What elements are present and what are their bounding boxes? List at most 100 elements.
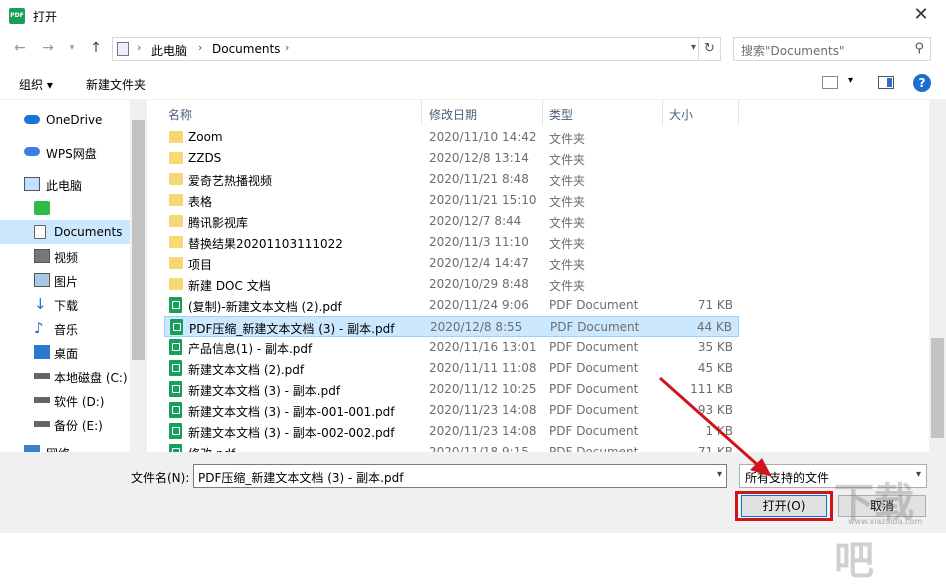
file-row[interactable]: PDF压缩_新建文本文档 (3) - 副本.pdf 2020/12/8 8:55 P…: [164, 316, 739, 337]
sidebar-item-pictures[interactable]: 图片: [0, 268, 130, 292]
file-date: 2020/11/11 11:08: [429, 361, 537, 375]
file-row[interactable]: 表格 2020/11/21 15:10 文件夹: [164, 190, 739, 211]
sidebar-item-wps[interactable]: [0, 196, 130, 220]
file-date: 2020/12/4 14:47: [429, 256, 529, 270]
computer-icon: [24, 177, 40, 191]
sidebar-item-documents[interactable]: Documents: [0, 220, 130, 244]
file-row[interactable]: (复制)-新建文本文档 (2).pdf 2020/11/24 9:06 PDF Do…: [164, 295, 739, 316]
column-header-type[interactable]: 类型: [543, 100, 663, 126]
filename-input[interactable]: PDF压缩_新建文本文档 (3) - 副本.pdf ▾: [193, 464, 727, 488]
organize-button[interactable]: 组织 ▾: [19, 76, 53, 93]
file-list-scrollbar[interactable]: [929, 100, 946, 452]
new-folder-button[interactable]: 新建文件夹: [86, 76, 146, 93]
refresh-icon[interactable]: ↻: [698, 38, 720, 60]
cloud-icon: [24, 147, 40, 156]
file-type: PDF Document: [549, 403, 639, 417]
documents-location-icon: [117, 42, 129, 56]
documents-icon: [34, 225, 46, 239]
sidebar-item-wps-drive[interactable]: WPS网盘: [0, 140, 130, 164]
view-options-icon[interactable]: [822, 76, 838, 89]
watermark-logo: 下载吧: [834, 480, 914, 584]
close-icon[interactable]: ✕: [906, 4, 936, 28]
file-row[interactable]: 修改.pdf 2020/11/18 9:15 PDF Document 71 KB: [164, 442, 739, 452]
file-list: 名称 ^ 修改日期 类型 大小 Zoom 2020/11/10 14:42 文件夹 Z…: [147, 100, 929, 452]
file-row[interactable]: 新建 DOC 文档 2020/10/29 8:48 文件夹: [164, 274, 739, 295]
column-header-size[interactable]: 大小: [663, 100, 739, 126]
filename-value[interactable]: PDF压缩_新建文本文档 (3) - 副本.pdf: [198, 469, 403, 486]
file-type: PDF Document: [549, 340, 639, 354]
window-title: 打开: [33, 10, 58, 24]
back-arrow-icon[interactable]: ←: [10, 38, 30, 58]
file-type: 文件夹: [549, 132, 586, 146]
column-header-label: 大小: [669, 108, 694, 122]
file-type: 文件夹: [549, 237, 586, 251]
file-name: 新建 DOC 文档: [188, 279, 271, 293]
drive-icon: [34, 421, 50, 427]
sidebar-item-this-pc[interactable]: 此电脑: [0, 172, 130, 196]
breadcrumb-chevron-icon[interactable]: ›: [285, 41, 289, 54]
file-name: Zoom: [188, 130, 223, 144]
breadcrumb-documents[interactable]: Documents: [212, 42, 280, 56]
pdf-file-icon: [169, 381, 182, 397]
sidebar-scrollbar-thumb[interactable]: [132, 120, 145, 360]
sidebar-item-videos[interactable]: 视频: [0, 244, 130, 268]
file-date: 2020/11/24 9:06: [429, 298, 529, 312]
file-row[interactable]: ZZDS 2020/12/8 13:14 文件夹: [164, 148, 739, 169]
file-row[interactable]: 新建文本文档 (3) - 副本-001-001.pdf 2020/11/23 14…: [164, 400, 739, 421]
breadcrumb-this-pc[interactable]: 此电脑: [151, 42, 187, 59]
file-list-scrollbar-thumb[interactable]: [931, 338, 944, 438]
file-date: 2020/11/12 10:25: [429, 382, 537, 396]
view-dropdown-icon[interactable]: ▾: [848, 75, 853, 86]
breadcrumb-chevron-icon[interactable]: ›: [198, 41, 202, 54]
sidebar-item-label: 备份 (E:): [54, 419, 103, 433]
column-header-date[interactable]: 修改日期: [423, 100, 543, 126]
up-arrow-icon[interactable]: ↑: [86, 38, 106, 58]
music-icon: ♪: [34, 319, 44, 337]
filename-dropdown-icon[interactable]: ▾: [717, 469, 722, 480]
sidebar-scrollbar[interactable]: [130, 100, 147, 452]
address-dropdown-icon[interactable]: ▾: [691, 42, 696, 53]
sidebar-item-network[interactable]: 网络: [0, 440, 130, 452]
preview-pane-icon[interactable]: [878, 76, 894, 89]
file-row[interactable]: 替换结果20201103111022 2020/11/3 11:10 文件夹: [164, 232, 739, 253]
filename-label: 文件名(N):: [131, 471, 190, 485]
sidebar-item-label: 图片: [54, 275, 79, 289]
file-row[interactable]: 新建文本文档 (3) - 副本-002-002.pdf 2020/11/23 14…: [164, 421, 739, 442]
file-row[interactable]: 产品信息(1) - 副本.pdf 2020/11/16 13:01 PDF Docu…: [164, 337, 739, 358]
file-row[interactable]: 项目 2020/12/4 14:47 文件夹: [164, 253, 739, 274]
file-date: 2020/11/3 11:10: [429, 235, 529, 249]
file-row[interactable]: 新建文本文档 (2).pdf 2020/11/11 11:08 PDF Docume…: [164, 358, 739, 379]
file-type: 文件夹: [549, 153, 586, 167]
file-type: PDF Document: [549, 361, 639, 375]
search-input[interactable]: 搜索"Documents": [741, 42, 844, 59]
file-name: 新建文本文档 (2).pdf: [188, 363, 305, 377]
sidebar-item-drive-e[interactable]: 备份 (E:): [0, 412, 130, 436]
sidebar-item-drive-d[interactable]: 软件 (D:): [0, 388, 130, 412]
folder-icon: [169, 173, 183, 185]
file-date: 2020/11/16 13:01: [429, 340, 537, 354]
sidebar-item-desktop[interactable]: 桌面: [0, 340, 130, 364]
search-icon[interactable]: ⚲: [914, 41, 924, 56]
file-name: 替换结果20201103111022: [188, 237, 343, 251]
open-button[interactable]: 打开(O): [741, 495, 827, 517]
folder-icon: [169, 257, 183, 269]
file-row[interactable]: 腾讯影视库 2020/12/7 8:44 文件夹: [164, 211, 739, 232]
help-icon[interactable]: ?: [913, 74, 931, 92]
column-header-name[interactable]: 名称 ^: [162, 100, 422, 126]
drive-icon: [34, 397, 50, 403]
file-name: ZZDS: [188, 151, 222, 165]
sidebar-item-downloads[interactable]: ↓ 下载: [0, 292, 130, 316]
file-row[interactable]: 爱奇艺热播视频 2020/11/21 8:48 文件夹: [164, 169, 739, 190]
sidebar-item-drive-c[interactable]: 本地磁盘 (C:): [0, 364, 130, 388]
forward-arrow-icon[interactable]: →: [38, 38, 58, 58]
breadcrumb-chevron-icon[interactable]: ›: [137, 41, 141, 54]
address-bar[interactable]: › 此电脑 › Documents › ▾ ↻: [112, 37, 721, 61]
sidebar-item-music[interactable]: ♪ 音乐: [0, 316, 130, 340]
file-row[interactable]: Zoom 2020/11/10 14:42 文件夹: [164, 127, 739, 148]
file-date: 2020/11/21 15:10: [429, 193, 537, 207]
sidebar-item-onedrive[interactable]: OneDrive: [0, 108, 130, 132]
search-box[interactable]: 搜索"Documents" ⚲: [733, 37, 931, 61]
recent-locations-chevron-icon[interactable]: ▾: [62, 38, 82, 58]
file-row[interactable]: 新建文本文档 (3) - 副本.pdf 2020/11/12 10:25 PDF D…: [164, 379, 739, 400]
sidebar-item-label: 音乐: [54, 323, 79, 337]
